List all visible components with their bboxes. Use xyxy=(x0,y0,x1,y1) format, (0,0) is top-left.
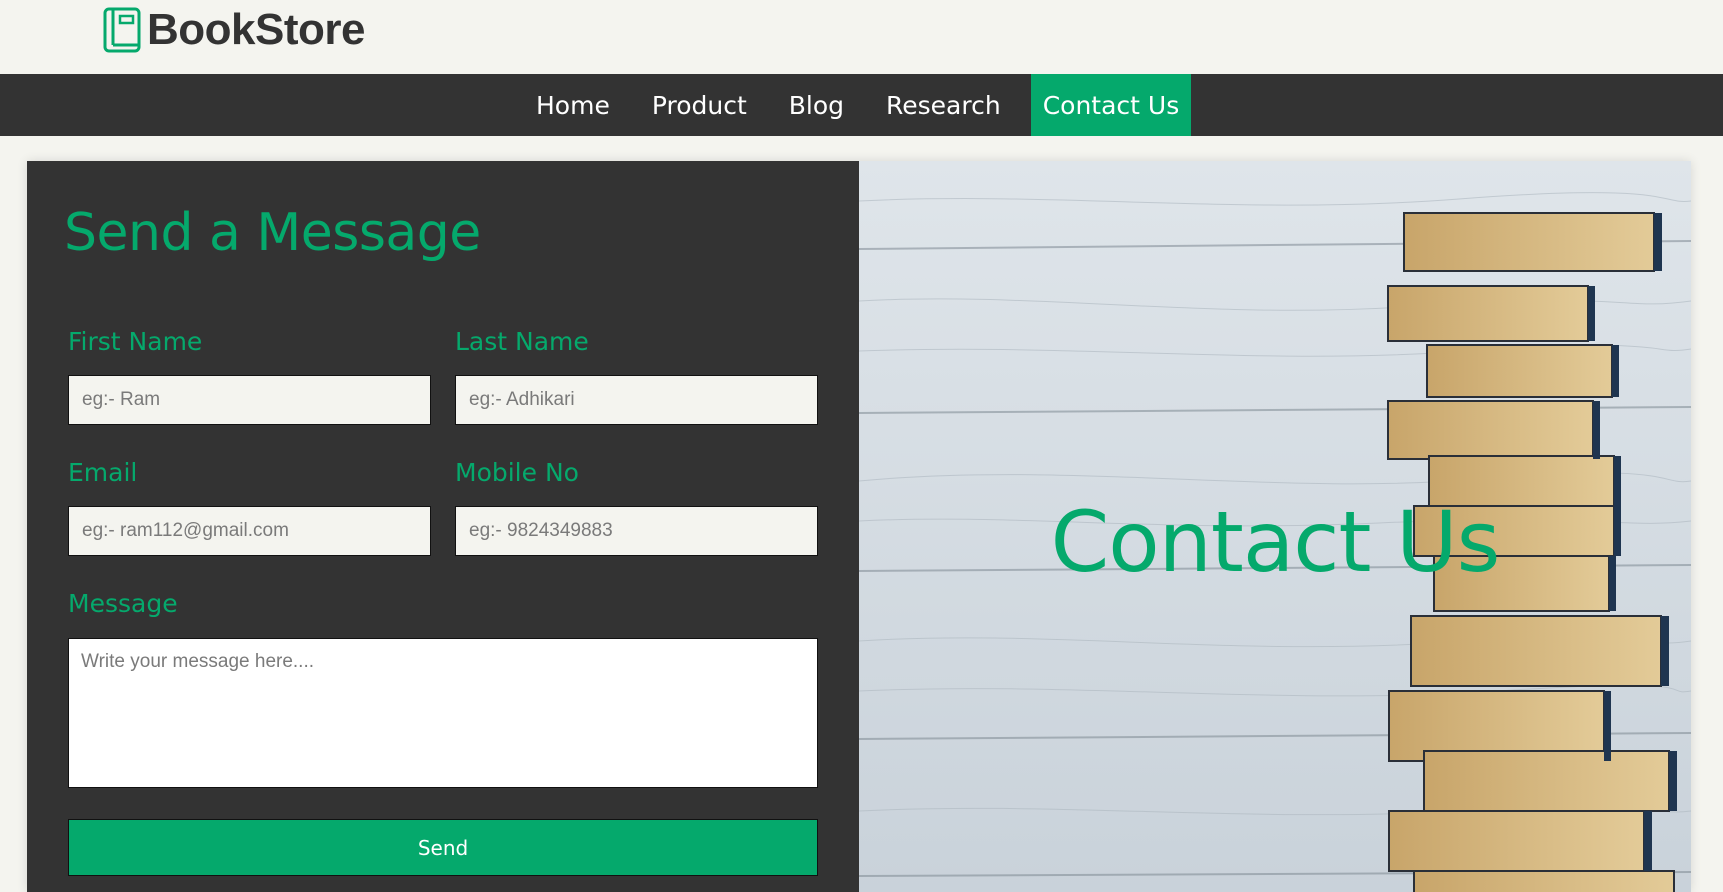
contact-form-panel: Send a Message First Name Last Name Emai… xyxy=(27,161,859,892)
contact-hero-image: Contact Us xyxy=(859,161,1691,892)
email-input[interactable] xyxy=(68,506,431,556)
mobile-label: Mobile No xyxy=(455,458,579,487)
send-button[interactable]: Send xyxy=(68,819,818,876)
nav-item-research[interactable]: Research xyxy=(874,74,1013,136)
email-label: Email xyxy=(68,458,138,487)
message-label: Message xyxy=(68,589,178,618)
logo-text: BookStore xyxy=(147,5,365,54)
first-name-label: First Name xyxy=(68,327,203,356)
first-name-input[interactable] xyxy=(68,375,431,425)
hero-title: Contact Us xyxy=(1050,493,1501,591)
contact-card: Send a Message First Name Last Name Emai… xyxy=(27,161,1691,892)
main-navbar: Home Product Blog Research Contact Us xyxy=(0,74,1723,136)
nav-item-product[interactable]: Product xyxy=(640,74,759,136)
form-title: Send a Message xyxy=(64,203,481,263)
book-icon xyxy=(103,7,141,53)
nav-item-contact-us[interactable]: Contact Us xyxy=(1030,74,1192,136)
nav-item-home[interactable]: Home xyxy=(524,74,622,136)
message-textarea[interactable] xyxy=(68,638,818,788)
nav-list: Home Product Blog Research Contact Us xyxy=(515,74,1200,136)
mobile-input[interactable] xyxy=(455,506,818,556)
last-name-input[interactable] xyxy=(455,375,818,425)
site-header: BookStore xyxy=(0,0,1723,74)
logo[interactable]: BookStore xyxy=(103,5,365,54)
last-name-label: Last Name xyxy=(455,327,589,356)
nav-item-blog[interactable]: Blog xyxy=(777,74,856,136)
